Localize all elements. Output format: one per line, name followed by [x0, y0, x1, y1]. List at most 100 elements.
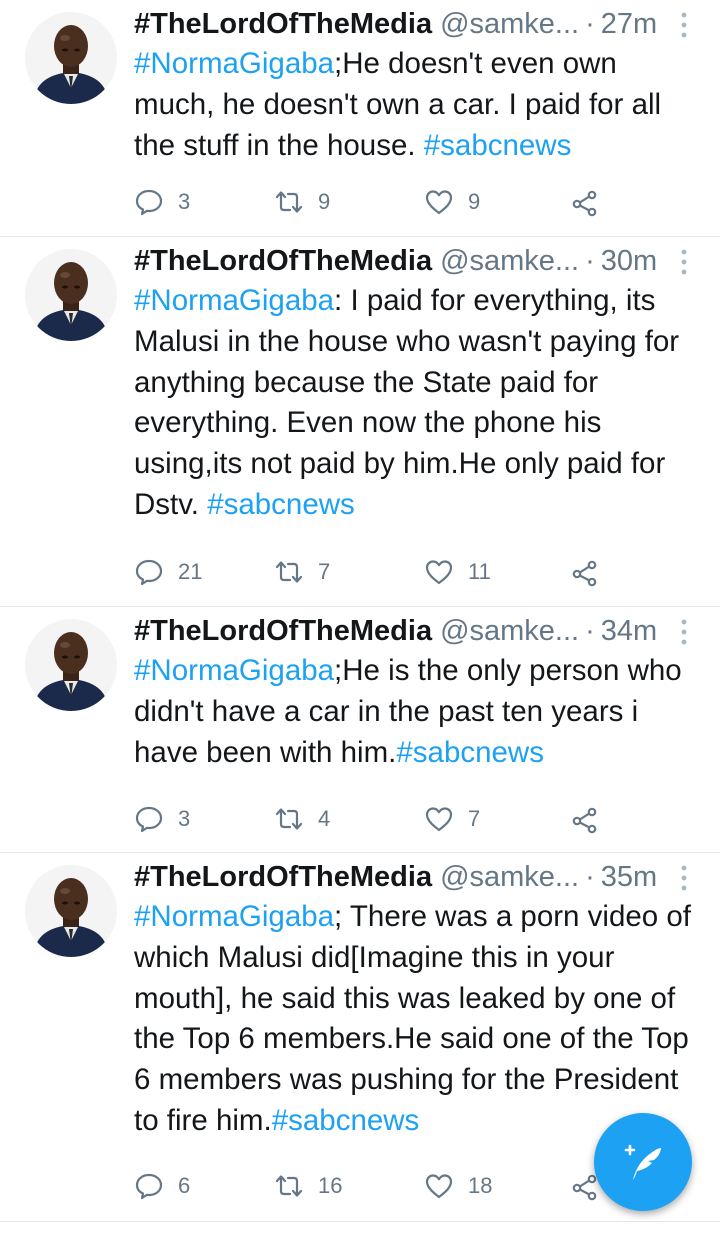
like-button[interactable]: 7 — [424, 799, 480, 839]
avatar-image — [25, 865, 117, 957]
tweet-body: ; There was a porn video of which Malusi… — [134, 900, 691, 1137]
reply-button[interactable]: 3 — [134, 799, 190, 839]
share-icon — [572, 190, 597, 217]
reply-icon — [135, 559, 163, 586]
heart-icon — [425, 560, 453, 585]
reply-count: 3 — [178, 189, 191, 214]
share-button[interactable] — [570, 182, 600, 222]
reply-button[interactable]: 6 — [134, 1166, 190, 1206]
tweet-content: #TheLordOfTheMedia @samke... · 30m #Norm… — [134, 241, 698, 526]
tweet[interactable]: #TheLordOfTheMedia @samke... · 34m #Norm… — [0, 607, 720, 853]
avatar-image — [25, 12, 117, 104]
author-name[interactable]: #TheLordOfTheMedia — [134, 611, 432, 651]
hashtag-link[interactable]: #sabcnews — [272, 1104, 420, 1137]
like-count: 7 — [468, 806, 481, 831]
reply-icon — [135, 1173, 163, 1200]
avatar-image — [25, 619, 117, 711]
tweet-content: #TheLordOfTheMedia @samke... · 34m #Norm… — [134, 611, 698, 773]
retweet-icon — [275, 808, 303, 830]
like-count: 9 — [468, 189, 481, 214]
tweet-header: #TheLordOfTheMedia @samke... · 34m — [134, 611, 698, 651]
hashtag-link[interactable]: #NormaGigaba — [134, 47, 334, 80]
author-name[interactable]: #TheLordOfTheMedia — [134, 241, 432, 281]
tweet-header: #TheLordOfTheMedia @samke... · 30m — [134, 241, 698, 281]
retweet-icon — [275, 561, 303, 583]
more-vertical-icon[interactable] — [674, 863, 694, 893]
reply-count: 3 — [178, 806, 191, 831]
hashtag-link[interactable]: #sabcnews — [424, 129, 572, 162]
retweet-count: 16 — [318, 1173, 343, 1198]
like-button[interactable]: 9 — [424, 182, 480, 222]
like-button[interactable]: 18 — [424, 1166, 492, 1206]
share-icon — [572, 807, 597, 834]
tweet-text: #NormaGigaba; There was a porn video of … — [134, 897, 698, 1142]
compose-tweet-button[interactable] — [594, 1113, 692, 1211]
tweet-text: #NormaGigaba: I paid for everything, its… — [134, 281, 698, 526]
share-button[interactable] — [570, 799, 600, 839]
author-handle[interactable]: @samke... — [440, 241, 579, 281]
more-vertical-icon[interactable] — [674, 617, 694, 647]
timestamp[interactable]: 34m — [601, 611, 657, 651]
reply-icon — [135, 189, 163, 216]
hashtag-link[interactable]: #sabcnews — [396, 736, 544, 769]
heart-icon — [425, 807, 453, 832]
tweet-text: #NormaGigaba;He doesn't even own much, h… — [134, 44, 698, 166]
retweet-icon — [275, 191, 303, 213]
author-name[interactable]: #TheLordOfTheMedia — [134, 857, 432, 897]
author-handle[interactable]: @samke... — [440, 4, 579, 44]
share-icon — [572, 560, 597, 587]
separator: · — [585, 615, 595, 647]
avatar[interactable] — [25, 865, 117, 957]
more-vertical-icon[interactable] — [674, 247, 694, 277]
share-button[interactable] — [570, 552, 600, 592]
like-button[interactable]: 11 — [424, 552, 491, 592]
reply-count: 6 — [178, 1173, 191, 1198]
reply-count: 21 — [178, 559, 203, 584]
tweet[interactable]: #TheLordOfTheMedia @samke... · 30m #Norm… — [0, 237, 720, 607]
tweet-body: : I paid for everything, its Malusi in t… — [134, 284, 680, 521]
avatar[interactable] — [25, 249, 117, 341]
retweet-button[interactable]: 7 — [274, 552, 330, 592]
retweet-icon — [275, 1175, 303, 1197]
separator: · — [585, 245, 595, 277]
tweet-actions: 21 7 11 — [134, 552, 720, 592]
avatar[interactable] — [25, 619, 117, 711]
timestamp[interactable]: 35m — [601, 857, 657, 897]
retweet-count: 7 — [318, 559, 331, 584]
like-count: 11 — [468, 559, 491, 584]
heart-icon — [425, 1174, 453, 1199]
author-name[interactable]: #TheLordOfTheMedia — [134, 4, 432, 44]
tweet-content: #TheLordOfTheMedia @samke... · 35m #Norm… — [134, 857, 698, 1142]
author-handle[interactable]: @samke... — [440, 611, 579, 651]
separator: · — [585, 861, 595, 893]
timestamp[interactable]: 27m — [601, 4, 657, 44]
tweet-content: #TheLordOfTheMedia @samke... · 27m #Norm… — [134, 4, 698, 166]
hashtag-link[interactable]: #sabcnews — [207, 488, 355, 521]
separator: · — [585, 8, 595, 40]
more-vertical-icon[interactable] — [674, 10, 694, 40]
reply-button[interactable]: 3 — [134, 182, 190, 222]
avatar[interactable] — [25, 12, 117, 104]
timestamp[interactable]: 30m — [601, 241, 657, 281]
hashtag-link[interactable]: #NormaGigaba — [134, 654, 334, 687]
like-count: 18 — [468, 1173, 493, 1198]
tweet-actions: 3 4 7 — [134, 799, 720, 839]
retweet-button[interactable]: 9 — [274, 182, 330, 222]
tweet[interactable]: #TheLordOfTheMedia @samke... · 27m #Norm… — [0, 0, 720, 237]
heart-icon — [425, 190, 453, 215]
tweet-actions: 3 9 9 — [134, 182, 720, 222]
retweet-button[interactable]: 4 — [274, 799, 330, 839]
compose-tweet-icon — [624, 1144, 661, 1180]
retweet-button[interactable]: 16 — [274, 1166, 342, 1206]
tweet-header: #TheLordOfTheMedia @samke... · 35m — [134, 857, 698, 897]
avatar-image — [25, 249, 117, 341]
retweet-count: 4 — [318, 806, 331, 831]
reply-icon — [135, 806, 163, 833]
reply-button[interactable]: 21 — [134, 552, 202, 592]
retweet-count: 9 — [318, 189, 331, 214]
tweet-text: #NormaGigaba;He is the only person who d… — [134, 651, 698, 773]
hashtag-link[interactable]: #NormaGigaba — [134, 284, 334, 317]
tweet-feed: #TheLordOfTheMedia @samke... · 27m #Norm… — [0, 0, 720, 1222]
hashtag-link[interactable]: #NormaGigaba — [134, 900, 334, 933]
author-handle[interactable]: @samke... — [440, 857, 579, 897]
